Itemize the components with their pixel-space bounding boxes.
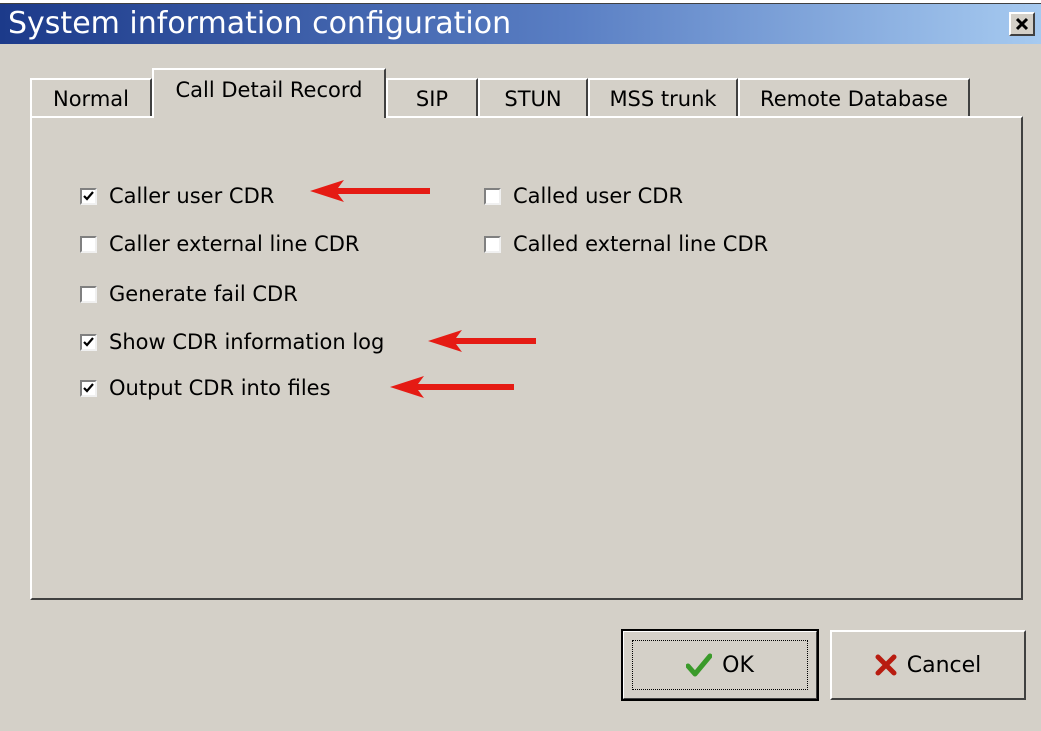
window-title: System information configuration (8, 6, 512, 41)
called-external-line-cdr-checkbox[interactable] (484, 235, 501, 253)
tab-remote-database[interactable]: Remote Database (738, 78, 970, 118)
show-cdr-information-log-checkbox[interactable] (80, 333, 97, 351)
focus-rect (632, 640, 808, 690)
caller-external-line-cdr-label: Caller external line CDR (109, 232, 360, 256)
tab-label: MSS trunk (609, 87, 717, 111)
tab-normal[interactable]: Normal (30, 78, 152, 118)
caller-user-cdr-option[interactable]: Caller user CDR (80, 184, 274, 208)
close-icon (1015, 17, 1029, 31)
caller-external-line-cdr-option[interactable]: Caller external line CDR (80, 232, 360, 256)
annotation-arrow-icon (390, 376, 514, 398)
called-user-cdr-checkbox[interactable] (484, 187, 501, 205)
show-cdr-information-log-label: Show CDR information log (109, 330, 385, 354)
cancel-button[interactable]: Cancel (830, 630, 1026, 700)
tab-sip[interactable]: SIP (386, 78, 478, 118)
tab-stun[interactable]: STUN (478, 78, 588, 118)
x-icon (875, 654, 897, 676)
tab-label: Remote Database (760, 87, 948, 111)
tab-label: Call Detail Record (175, 78, 363, 102)
show-cdr-information-log-option[interactable]: Show CDR information log (80, 330, 384, 354)
tab-mss-trunk[interactable]: MSS trunk (588, 78, 738, 118)
called-external-line-cdr-option[interactable]: Called external line CDR (484, 232, 768, 256)
output-cdr-into-files-label: Output CDR into files (109, 376, 331, 400)
caller-user-cdr-checkbox[interactable] (80, 187, 97, 205)
title-bar[interactable]: System information configuration (0, 4, 1041, 44)
tab-label: SIP (415, 87, 449, 111)
called-user-cdr-option[interactable]: Called user CDR (484, 184, 683, 208)
generate-fail-cdr-option[interactable]: Generate fail CDR (80, 282, 298, 306)
annotation-arrow-icon (428, 330, 536, 352)
called-user-cdr-label: Called user CDR (513, 184, 684, 208)
output-cdr-into-files-checkbox[interactable] (80, 379, 97, 397)
ok-button[interactable]: OK (621, 629, 819, 701)
annotation-arrow-icon (310, 180, 430, 202)
close-button[interactable] (1009, 12, 1035, 36)
generate-fail-cdr-label: Generate fail CDR (109, 282, 298, 306)
tab-label: STUN (504, 87, 562, 111)
caller-external-line-cdr-checkbox[interactable] (80, 235, 97, 253)
called-external-line-cdr-label: Called external line CDR (513, 232, 769, 256)
tab-call-detail-record[interactable]: Call Detail Record (152, 68, 386, 118)
tab-label: Normal (53, 87, 129, 111)
cancel-label: Cancel (906, 652, 982, 678)
caller-user-cdr-label: Caller user CDR (109, 184, 275, 208)
generate-fail-cdr-checkbox[interactable] (80, 285, 97, 303)
cdr-tab-panel: Caller user CDR Called user CDR Caller e… (30, 116, 1023, 600)
dialog-window: System information configuration Normal … (0, 0, 1041, 731)
output-cdr-into-files-option[interactable]: Output CDR into files (80, 376, 331, 400)
